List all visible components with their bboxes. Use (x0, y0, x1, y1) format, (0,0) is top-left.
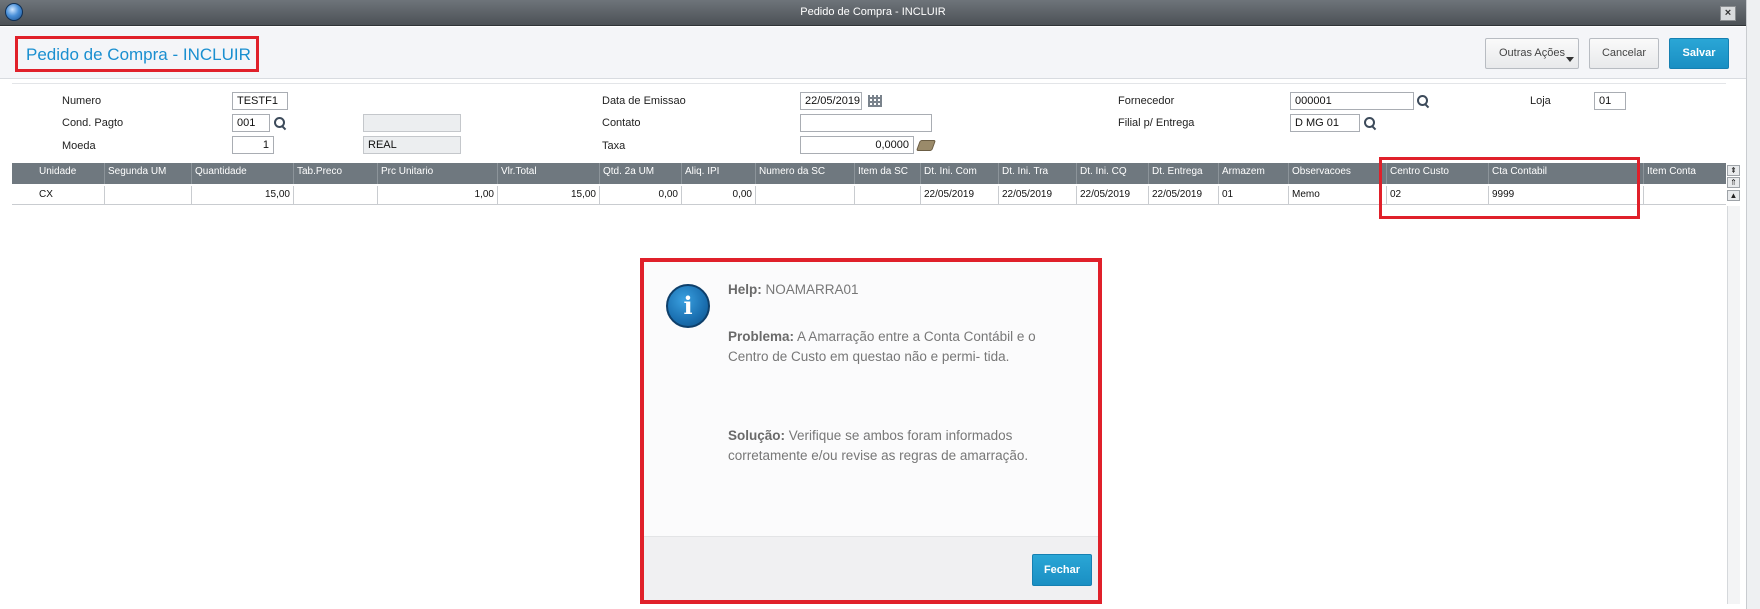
dialog-footer (644, 536, 1098, 600)
col-dt-entrega[interactable]: Dt. Entrega (1149, 163, 1219, 184)
col-item-conta[interactable]: Item Conta (1644, 163, 1726, 184)
save-button[interactable]: Salvar (1669, 38, 1729, 69)
grid-scroll-up-page-icon[interactable]: ⇑ (1727, 177, 1740, 188)
data-emissao-label: Data de Emissao (602, 95, 686, 107)
cell-vlr-total[interactable]: 15,00 (498, 186, 600, 205)
help-line: Help: NOAMARRA01 (728, 280, 1078, 300)
loja-field[interactable]: 01 (1594, 92, 1626, 110)
cell-numero-sc[interactable] (756, 186, 855, 205)
cell-segunda-um[interactable] (105, 186, 192, 205)
info-icon: i (666, 284, 710, 328)
filial-entrega-field[interactable]: D MG 01 (1290, 114, 1360, 132)
problema-label: Problema: (728, 329, 795, 344)
taxa-field[interactable]: 0,0000 (800, 136, 914, 154)
grid-scroll-top-icon[interactable]: ⇞ (1727, 165, 1740, 176)
cell-qtd-2a-um[interactable]: 0,00 (600, 186, 682, 205)
cell-aliq-ipi[interactable]: 0,00 (682, 186, 756, 205)
numero-field[interactable]: TESTF1 (232, 92, 288, 110)
taxa-label: Taxa (602, 140, 626, 152)
window-right-edge (1746, 0, 1760, 609)
numero-label: Numero (62, 95, 102, 107)
cell-item-sc[interactable] (855, 186, 921, 205)
highlight-box (1379, 157, 1640, 219)
col-dt-ini-com[interactable]: Dt. Ini. Com (921, 163, 999, 184)
grid-vertical-scrollbar[interactable] (1727, 206, 1740, 604)
window-title: Pedido de Compra - INCLUIR (800, 6, 946, 18)
window-close-button[interactable]: × (1720, 6, 1736, 21)
cond-pagto-field[interactable]: 001 (232, 114, 270, 132)
fechar-button[interactable]: Fechar (1032, 554, 1092, 586)
filial-entrega-search-icon[interactable] (1364, 117, 1376, 129)
col-armazem[interactable]: Armazem (1219, 163, 1289, 184)
fornecedor-label: Fornecedor (1118, 95, 1175, 107)
cell-prc-unitario[interactable]: 1,00 (378, 186, 498, 205)
cell-tab-preco[interactable] (294, 186, 378, 205)
col-segunda-um[interactable]: Segunda UM (105, 163, 192, 184)
cell-quantidade[interactable]: 15,00 (192, 186, 294, 205)
col-unidade[interactable]: Unidade (36, 163, 105, 184)
col-aliq-ipi[interactable]: Aliq. IPI (682, 163, 756, 184)
cell-dt-ini-com[interactable]: 22/05/2019 (921, 186, 999, 205)
help-code: NOAMARRA01 (765, 282, 859, 297)
contato-field[interactable] (800, 114, 932, 132)
moeda-description: REAL (363, 136, 461, 154)
page-title: Pedido de Compra - INCLUIR (15, 36, 259, 72)
col-qtd-2a-um[interactable]: Qtd. 2a UM (600, 163, 682, 184)
calendar-icon[interactable] (868, 95, 882, 107)
moeda-field[interactable]: 1 (232, 136, 274, 154)
col-dt-ini-cq[interactable]: Dt. Ini. CQ (1077, 163, 1149, 184)
col-vlr-total[interactable]: Vlr.Total (498, 163, 600, 184)
cell-dt-entrega[interactable]: 22/05/2019 (1149, 186, 1219, 205)
help-dialog: i Help: NOAMARRA01 Problema: A Amarração… (640, 258, 1102, 604)
help-label: Help: (728, 282, 762, 297)
moeda-label: Moeda (62, 140, 96, 152)
cell-observacoes[interactable]: Memo (1289, 186, 1387, 205)
col-numero-sc[interactable]: Numero da SC (756, 163, 855, 184)
contato-label: Contato (602, 117, 641, 129)
cond-pagto-label: Cond. Pagto (62, 117, 124, 129)
col-item-sc[interactable]: Item da SC (855, 163, 921, 184)
cell-dt-ini-cq[interactable]: 22/05/2019 (1077, 186, 1149, 205)
col-quantidade[interactable]: Quantidade (192, 163, 294, 184)
solucao-block: Solução: Verifique se ambos foram inform… (728, 426, 1078, 466)
fornecedor-search-icon[interactable] (1417, 95, 1429, 107)
loja-label: Loja (1530, 95, 1551, 107)
filial-entrega-label: Filial p/ Entrega (1118, 117, 1195, 129)
cancel-button[interactable]: Cancelar (1589, 38, 1659, 69)
col-dt-ini-tra[interactable]: Dt. Ini. Tra (999, 163, 1077, 184)
col-prc-unitario[interactable]: Prc Unitario (378, 163, 498, 184)
grid-scroll-up-icon[interactable]: ▲ (1727, 190, 1740, 201)
col-observacoes[interactable]: Observacoes (1289, 163, 1387, 184)
cell-armazem[interactable]: 01 (1219, 186, 1289, 205)
outras-acoes-label: Outras Ações (1498, 47, 1566, 59)
cell-unidade[interactable]: CX (36, 186, 105, 205)
chevron-down-icon (1566, 57, 1574, 62)
solucao-label: Solução: (728, 428, 786, 443)
cell-dt-ini-tra[interactable]: 22/05/2019 (999, 186, 1077, 205)
fornecedor-field[interactable]: 000001 (1290, 92, 1414, 110)
cond-pagto-search-icon[interactable] (274, 117, 286, 129)
col-tab-preco[interactable]: Tab.Preco (294, 163, 378, 184)
window-title-bar: Pedido de Compra - INCLUIR × (0, 0, 1746, 26)
outras-acoes-button[interactable]: Outras Ações (1485, 38, 1579, 69)
data-emissao-field[interactable]: 22/05/2019 (800, 92, 862, 110)
cell-item-conta[interactable] (1644, 186, 1726, 205)
problema-block: Problema: A Amarração entre a Conta Cont… (728, 327, 1078, 367)
cond-pagto-description (363, 114, 461, 132)
